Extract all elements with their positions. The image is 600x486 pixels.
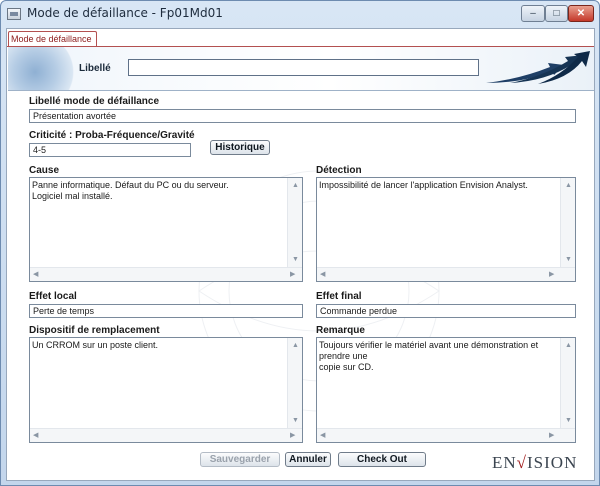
criticite-label: Criticité : Proba-Fréquence/Gravité bbox=[29, 130, 195, 141]
historique-button[interactable]: Historique bbox=[210, 140, 270, 155]
scroll-left-icon[interactable]: ◀ bbox=[33, 271, 38, 279]
scroll-right-icon[interactable]: ▶ bbox=[549, 271, 554, 279]
scroll-up-icon[interactable]: ▲ bbox=[292, 182, 299, 190]
remarque-textarea[interactable]: Toujours vérifier le matériel avant une … bbox=[316, 337, 576, 443]
scroll-left-icon[interactable]: ◀ bbox=[320, 432, 325, 440]
scroll-down-icon[interactable]: ▼ bbox=[292, 417, 299, 425]
window-title: Mode de défaillance - Fp01Md01 bbox=[27, 6, 223, 20]
detection-text: Impossibilité de lancer l'application En… bbox=[319, 180, 528, 190]
scroll-up-icon[interactable]: ▲ bbox=[292, 342, 299, 350]
scroll-right-icon[interactable]: ▶ bbox=[549, 432, 554, 440]
form-panel: Libellé mode de défaillance Présentation… bbox=[19, 91, 585, 475]
dispositif-text: Un CRROM sur un poste client. bbox=[32, 340, 159, 350]
horizontal-scrollbar[interactable]: ◀ ▶ bbox=[317, 267, 575, 281]
vertical-scrollbar[interactable]: ▲ ▼ bbox=[560, 178, 575, 268]
cause-label: Cause bbox=[29, 165, 60, 176]
horizontal-scrollbar[interactable]: ◀ ▶ bbox=[30, 428, 302, 442]
remarque-text: Toujours vérifier le matériel avant une … bbox=[319, 340, 539, 372]
effet-local-field[interactable]: Perte de temps bbox=[29, 304, 303, 318]
effet-final-field[interactable]: Commande perdue bbox=[316, 304, 576, 318]
scroll-right-icon[interactable]: ▶ bbox=[290, 432, 295, 440]
detection-textarea[interactable]: Impossibilité de lancer l'application En… bbox=[316, 177, 576, 282]
libelle-mode-field[interactable]: Présentation avortée bbox=[29, 109, 576, 123]
horizontal-scrollbar[interactable]: ◀ ▶ bbox=[317, 428, 575, 442]
cause-text: Panne informatique. Défaut du PC ou du s… bbox=[32, 180, 229, 201]
dispositif-textarea[interactable]: Un CRROM sur un poste client. ▲ ▼ ◀ ▶ bbox=[29, 337, 303, 443]
minimize-button[interactable]: – bbox=[521, 5, 545, 22]
scroll-down-icon[interactable]: ▼ bbox=[565, 417, 572, 425]
app-window: Mode de défaillance - Fp01Md01 – □ ✕ Mod… bbox=[0, 0, 600, 486]
scroll-right-icon[interactable]: ▶ bbox=[290, 271, 295, 279]
globe-graphic bbox=[8, 47, 76, 90]
scroll-down-icon[interactable]: ▼ bbox=[565, 256, 572, 264]
libelle-mode-label: Libellé mode de défaillance bbox=[29, 96, 160, 107]
horizontal-scrollbar[interactable]: ◀ ▶ bbox=[30, 267, 302, 281]
app-icon bbox=[7, 8, 21, 20]
libelle-label: Libellé bbox=[79, 63, 111, 74]
cause-textarea[interactable]: Panne informatique. Défaut du PC ou du s… bbox=[29, 177, 303, 282]
scroll-up-icon[interactable]: ▲ bbox=[565, 182, 572, 190]
libelle-input[interactable] bbox=[128, 59, 479, 76]
scroll-down-icon[interactable]: ▼ bbox=[292, 256, 299, 264]
header-banner: Libellé bbox=[8, 47, 594, 91]
criticite-field[interactable]: 4-5 bbox=[29, 143, 191, 157]
title-bar[interactable]: Mode de défaillance - Fp01Md01 – □ ✕ bbox=[1, 1, 599, 27]
check-out-button[interactable]: Check Out bbox=[338, 452, 426, 467]
vertical-scrollbar[interactable]: ▲ ▼ bbox=[560, 338, 575, 429]
vertical-scrollbar[interactable]: ▲ ▼ bbox=[287, 338, 302, 429]
annuler-button[interactable]: Annuler bbox=[285, 452, 331, 467]
sauvegarder-button[interactable]: Sauvegarder bbox=[200, 452, 280, 467]
effet-local-label: Effet local bbox=[29, 291, 77, 302]
detection-label: Détection bbox=[316, 165, 362, 176]
scroll-left-icon[interactable]: ◀ bbox=[33, 432, 38, 440]
envision-logo: EN√ISION bbox=[492, 453, 578, 472]
remarque-label: Remarque bbox=[316, 325, 365, 336]
dispositif-label: Dispositif de remplacement bbox=[29, 325, 160, 336]
effet-final-label: Effet final bbox=[316, 291, 362, 302]
content-frame: Mode de défaillance Libellé Libellé mode… bbox=[6, 28, 595, 481]
scroll-up-icon[interactable]: ▲ bbox=[565, 342, 572, 350]
maximize-button[interactable]: □ bbox=[545, 5, 568, 22]
vertical-scrollbar[interactable]: ▲ ▼ bbox=[287, 178, 302, 268]
tab-mode-de-defaillance[interactable]: Mode de défaillance bbox=[8, 31, 97, 47]
close-button[interactable]: ✕ bbox=[568, 5, 594, 22]
scroll-left-icon[interactable]: ◀ bbox=[320, 271, 325, 279]
arrows-logo-icon bbox=[486, 51, 590, 84]
